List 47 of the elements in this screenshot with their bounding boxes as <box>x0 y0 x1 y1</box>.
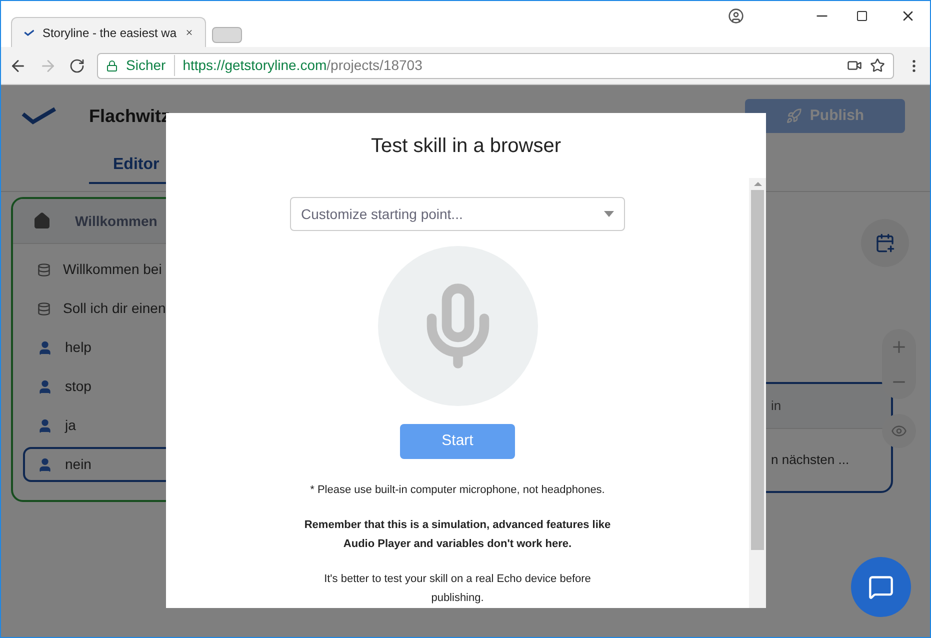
user-icon <box>37 456 53 472</box>
block-item[interactable]: stop <box>23 369 259 404</box>
item-text: help <box>65 338 92 357</box>
start-button[interactable]: Start <box>400 424 515 459</box>
profile-icon[interactable] <box>728 8 744 24</box>
security-label: Sicher <box>126 55 175 76</box>
logo-icon <box>21 106 57 126</box>
user-icon <box>37 378 53 394</box>
user-icon <box>37 340 53 356</box>
block-item[interactable]: help <box>23 330 259 365</box>
item-text: nein <box>65 455 92 474</box>
calendar-plus-icon <box>875 233 895 253</box>
item-text: ja <box>65 416 76 435</box>
camera-icon[interactable] <box>847 58 862 73</box>
item-text: Willkommen bei <box>63 260 162 279</box>
logo-icon <box>24 28 34 38</box>
modal-title: Test skill in a browser <box>370 134 562 158</box>
starting-point-select[interactable]: Customize starting point... <box>290 197 625 231</box>
address-bar[interactable]: Sicher https://getstoryline.com/projects/18703 <box>97 52 894 78</box>
rocket-icon <box>786 108 802 124</box>
note-text: * Please use built-in computer microphone, not headphones. <box>310 483 605 498</box>
maximize-icon[interactable] <box>856 10 868 22</box>
reload-icon[interactable] <box>69 58 85 74</box>
note-text: It's better to test your skill on a real Echo device before publishing. <box>323 572 592 606</box>
note-text: Remember that this is a simulation, advanced features like Audio Player and variables don't work here. <box>303 518 612 552</box>
home-icon <box>33 212 51 230</box>
lock-icon <box>106 60 118 72</box>
card-title: in <box>771 397 782 416</box>
browser-tab[interactable]: Storyline - the easiest wa <box>11 17 206 47</box>
chat-icon <box>868 574 894 600</box>
item-text: stop <box>65 377 92 396</box>
block-item[interactable]: ja <box>23 408 259 443</box>
scrollbar[interactable] <box>749 178 766 608</box>
url-text: https://getstoryline.com/projects/18703 <box>182 56 422 75</box>
block-item[interactable]: Willkommen bei <box>23 252 259 287</box>
user-icon <box>37 418 53 434</box>
block-title: Willkommen <box>75 212 158 230</box>
block-item[interactable]: Soll ich dir einen <box>23 291 259 326</box>
database-icon <box>37 302 51 316</box>
eye-icon <box>891 423 907 439</box>
tab-title: Storyline - the easiest wa <box>42 24 177 42</box>
card-text: n nächsten ... <box>771 451 850 470</box>
project-name: Flachwitz <box>89 104 170 128</box>
database-icon <box>37 262 51 276</box>
item-text: Soll ich dir einen <box>63 299 166 318</box>
star-icon[interactable] <box>870 58 885 73</box>
add-block-button[interactable] <box>861 219 909 267</box>
